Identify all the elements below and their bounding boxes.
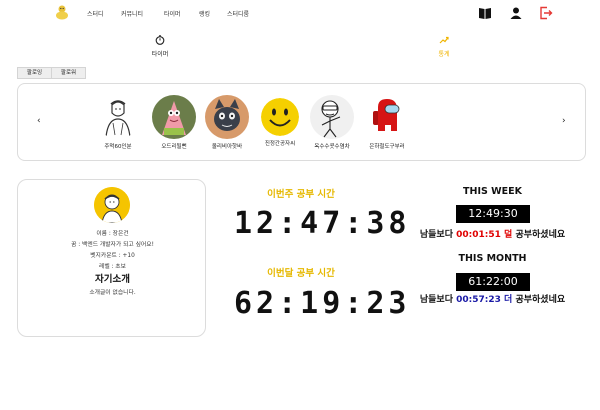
comparison-suffix: 공부하셨네요 <box>515 230 566 240</box>
top-navigation: 스터디 커뮤니티 타이머 랭킹 스터디룸 <box>0 0 600 26</box>
carousel-user[interactable]: 올리비아핫바 <box>197 95 257 150</box>
book-icon[interactable] <box>478 6 492 20</box>
nav-studyroom[interactable]: 스터디룸 <box>227 9 249 18</box>
nav-study[interactable]: 스터디 <box>87 9 104 18</box>
comparison-suffix: 공부하셨네요 <box>515 295 566 305</box>
tab-stats-label: 통계 <box>438 51 450 58</box>
carousel-user[interactable]: 주먹60인분 <box>88 95 148 150</box>
sketch-person-icon <box>96 95 140 139</box>
month-study-label: 이번달 공부 시간 <box>267 268 335 279</box>
trend-chart-icon <box>439 36 449 44</box>
month-study-time: 62:19:23 <box>234 286 411 321</box>
follower-button[interactable]: 팔로워 <box>51 67 86 79</box>
comparison-prefix: 남들보다 <box>419 230 453 240</box>
this-week-average-time: 12:49:30 <box>456 205 530 223</box>
logout-icon[interactable] <box>539 6 553 20</box>
carousel-user[interactable]: 오드리될뻔 <box>144 95 204 150</box>
carousel-user-name: 은하철도구부러 <box>369 144 405 150</box>
week-study-time: 12:47:38 <box>234 206 411 241</box>
carousel-next-button[interactable]: › <box>562 116 566 126</box>
profile-card: 이름 : 장은건 꿈 : 백엔드 개발자가 되고 싶어요! 벳지카운트 : +1… <box>17 179 206 337</box>
carousel-user-name: 오드리될뻔 <box>161 144 187 150</box>
this-month-comparison: 남들보다 00:57:23 더 공부하셨네요 <box>400 292 585 305</box>
profile-badge-count: 벳지카운트 : +10 <box>90 253 135 259</box>
carousel-prev-button[interactable]: ‹ <box>37 116 41 126</box>
nav-community[interactable]: 커뮤니티 <box>121 9 143 18</box>
this-week-title: THIS WEEK <box>463 186 522 197</box>
patrick-icon <box>152 95 196 139</box>
tab-timer-label: 타이머 <box>151 51 169 58</box>
this-month-title: THIS MONTH <box>458 253 527 264</box>
profile-intro-title: 자기소개 <box>95 274 130 285</box>
carousel-user-name: 주먹60인분 <box>104 144 132 150</box>
among-us-icon <box>365 95 409 139</box>
comparison-prefix: 남들보다 <box>419 295 453 305</box>
week-diff: 00:01:51 덜 <box>456 230 513 240</box>
nav-timer[interactable]: 타이머 <box>164 9 181 18</box>
profile-level: 레벨 : 초보 <box>99 264 126 270</box>
this-week-comparison: 남들보다 00:01:51 덜 공부하셨네요 <box>400 227 585 240</box>
nav-ranking[interactable]: 랭킹 <box>199 9 210 18</box>
smiley-icon <box>261 98 299 136</box>
stick-figure-icon <box>310 95 354 139</box>
week-study-label: 이번주 공부 시간 <box>267 189 335 200</box>
tab-stats[interactable]: 통계 <box>424 35 464 58</box>
month-diff: 00:57:23 더 <box>456 295 513 305</box>
user-carousel: ‹ › 주먹60인분 오드리될뻔 올리비아핫바 진정간공자씨 옥수수콧수염차 은… <box>17 83 586 161</box>
profile-intro-text: 소개글이 없습니다. <box>89 290 136 296</box>
carousel-user-name: 진정간공자씨 <box>264 141 296 147</box>
carousel-user-name: 옥수수콧수염차 <box>314 144 350 150</box>
profile-dream: 꿈 : 백엔드 개발자가 되고 싶어요! <box>71 242 154 248</box>
carousel-user[interactable]: 옥수수콧수염차 <box>302 95 362 150</box>
logo-icon[interactable] <box>54 4 70 20</box>
carousel-user[interactable]: 은하철도구부러 <box>357 95 417 150</box>
carousel-user[interactable]: 진정간공자씨 <box>250 95 310 147</box>
cat-icon <box>205 95 249 139</box>
following-button[interactable]: 팔로잉 <box>17 67 52 79</box>
stopwatch-icon <box>155 35 165 45</box>
tab-timer[interactable]: 타이머 <box>140 35 180 58</box>
carousel-user-name: 올리비아핫바 <box>211 144 243 150</box>
this-month-average-time: 61:22:00 <box>456 273 530 291</box>
profile-avatar <box>94 187 130 223</box>
user-icon[interactable] <box>509 6 523 20</box>
profile-name: 이름 : 장은건 <box>96 231 129 237</box>
